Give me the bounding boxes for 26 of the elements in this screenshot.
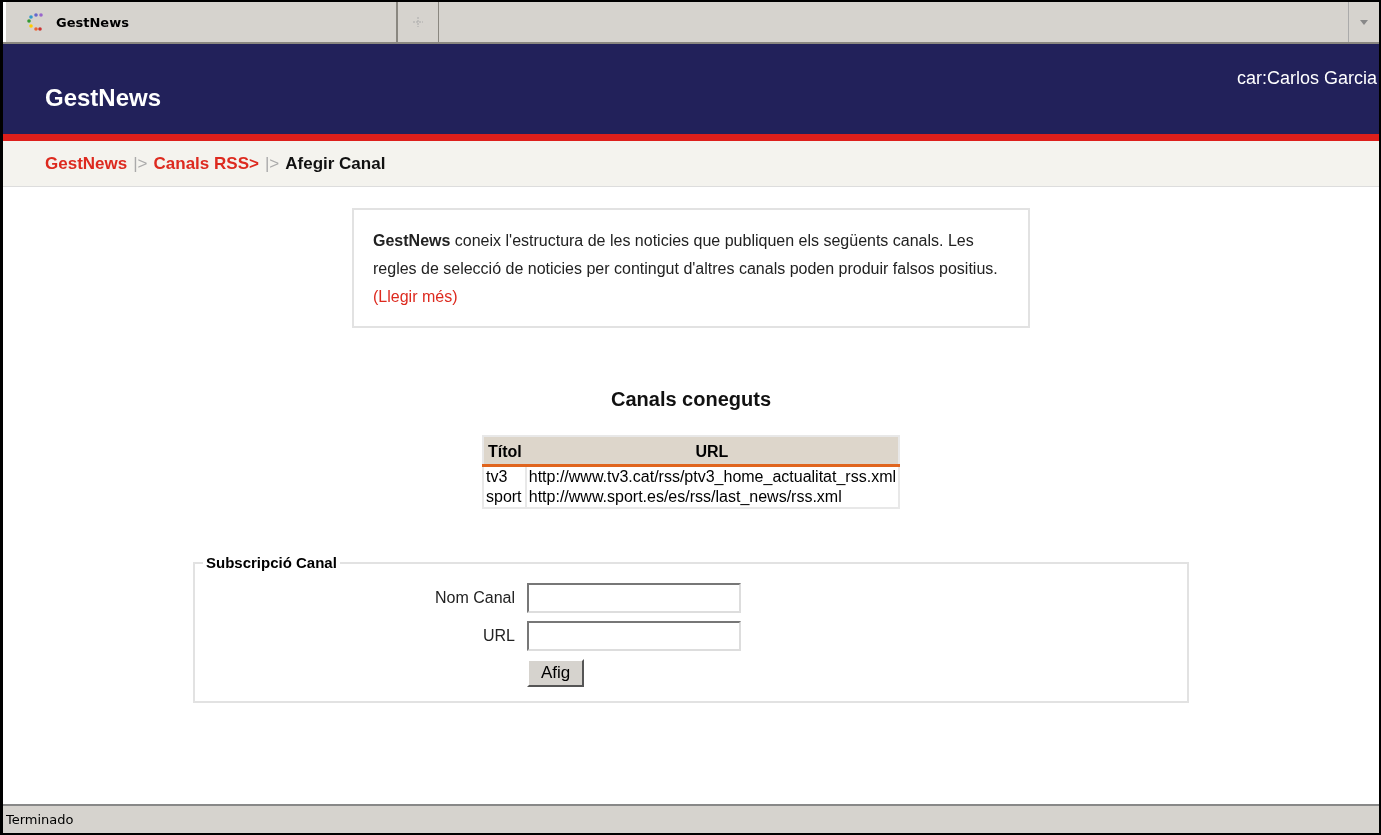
notice-text: GestNews coneix l'estructura de les noticies que publiquen els següents canals. Les regles de selecció de noticies per contingut d'altres canals poden produir falsos positius. (Llegir més) [352, 208, 1030, 328]
breadcrumb-link[interactable]: Canals RSS> [153, 153, 259, 174]
input-field[interactable] [527, 621, 741, 651]
breadcrumb-current: Afegir Canal [285, 153, 386, 174]
dropdown-icon[interactable] [1360, 19, 1368, 25]
table-cell: http://www.sport.es/es/rss/last_news/rss.xml [525, 487, 899, 508]
table-cell: tv3 [483, 465, 526, 487]
column-header: URL [525, 436, 899, 466]
breadcrumb-link[interactable]: GestNews [45, 153, 128, 174]
table-cell: http://www.tv3.cat/rss/ptv3_home_actualitat_rss.xml [525, 465, 899, 487]
panel-legend: Subscripció Canal [203, 554, 340, 571]
site-logo-icon [26, 12, 46, 32]
field-label: URL [482, 627, 515, 645]
breadcrumb-separator: |> [264, 153, 280, 174]
field-label: Nom Canal [433, 589, 515, 607]
column-header: Títol [483, 436, 526, 466]
section-heading: Canals coneguts [610, 388, 771, 411]
user-name: car:Carlos Garcia [1236, 68, 1377, 90]
breadcrumb-separator: |> [133, 153, 148, 174]
read-more-link[interactable]: (Llegir més) [373, 288, 458, 305]
status-text: Terminado [6, 812, 74, 827]
site-title: GestNews [45, 84, 162, 113]
add-button[interactable]: Afig [527, 659, 585, 687]
input-field[interactable] [527, 583, 741, 613]
browser-tab[interactable]: GestNews [3, 2, 398, 42]
table-cell: sport [483, 487, 526, 508]
